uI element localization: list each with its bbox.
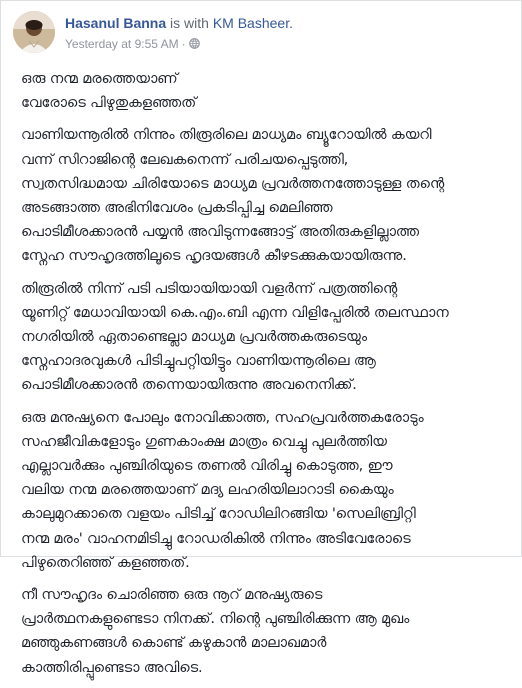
tagged-person[interactable]: KM Basheer. [213,15,293,31]
post-timestamp[interactable]: Yesterday at 9:55 AM [65,37,179,51]
post-body: ഒരു നന്മ മരത്തെയാണ് വേരോടെ പിഴുതുകളഞ്ഞത്… [21,67,511,688]
post-meta: Yesterday at 9:55 AM · [65,37,200,51]
with-text: is with [166,15,213,31]
author-name[interactable]: Hasanul Banna [65,15,166,31]
post-paragraph-1: ഒരു നന്മ മരത്തെയാണ് വേരോടെ പിഴുതുകളഞ്ഞത് [21,70,197,112]
post-paragraph-3: തിരൂരിൽ നിന്ന് പടി പടിയായിയായി വളർന്ന് പ… [21,279,449,394]
post-paragraph-4: ഒരു മനുഷ്യനെ പോലും നോവിക്കാത്ത, സഹപ്രവർത… [21,408,424,571]
post-paragraph-5: നീ സൗഹൃദം ചൊരിഞ്ഞ ഒരു നൂറ് മനുഷ്യരുടെ പ്… [21,586,410,676]
globe-icon[interactable] [188,38,200,49]
post-header: Hasanul Banna is with KM Basheer. Yester… [13,11,503,55]
post-paragraph-2: വാണിയന്നൂരിൽ നിന്നും തിരൂരിലെ മാധ്യമം ബ്… [21,126,445,265]
meta-separator: · [181,37,186,51]
author-line: Hasanul Banna is with KM Basheer. [65,15,293,31]
author-avatar[interactable] [13,11,55,53]
facebook-post: Hasanul Banna is with KM Basheer. Yester… [0,0,522,676]
